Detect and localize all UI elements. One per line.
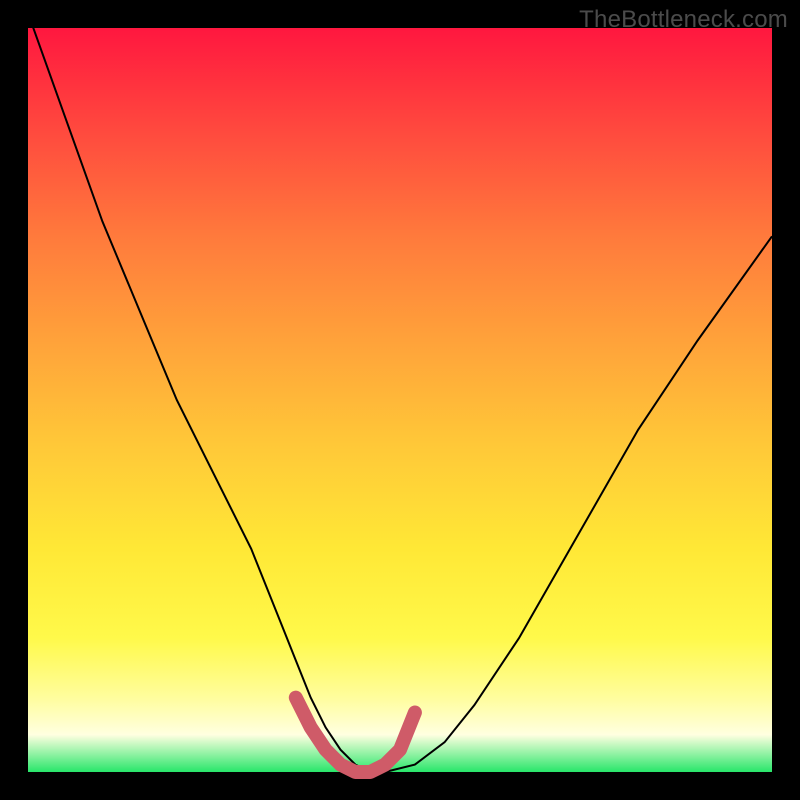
plot-svg bbox=[28, 28, 772, 772]
bottleneck-curve bbox=[28, 13, 772, 772]
watermark-text: TheBottleneck.com bbox=[579, 6, 788, 34]
plot-area bbox=[28, 28, 772, 772]
optimal-range-marker bbox=[296, 698, 415, 772]
